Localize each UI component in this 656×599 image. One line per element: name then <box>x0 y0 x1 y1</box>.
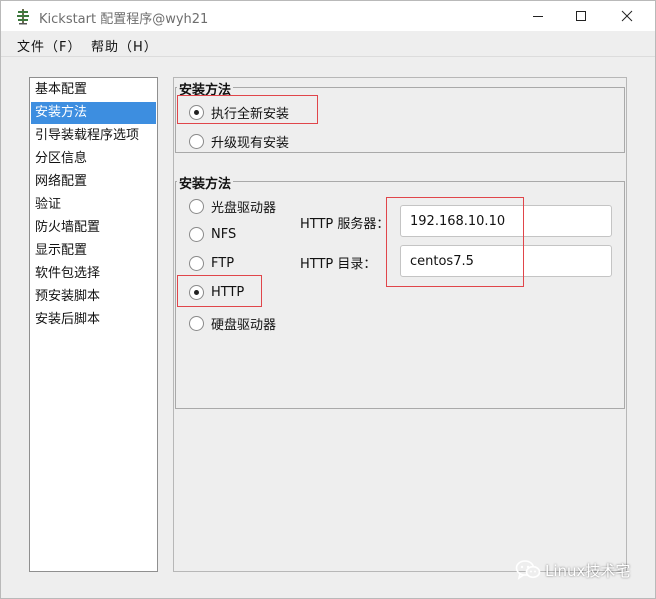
radio-label: FTP <box>211 256 235 271</box>
radio-upgrade[interactable]: 升级现有安装 <box>189 132 289 151</box>
minimize-icon <box>533 16 543 17</box>
close-icon <box>621 10 633 22</box>
radio-label: NFS <box>211 227 237 242</box>
install-source-title: 安装方法 <box>177 173 234 192</box>
radio-label: 光盘驱动器 <box>211 201 277 216</box>
install-type-title: 安装方法 <box>177 79 234 98</box>
radio-fresh-install[interactable]: 执行全新安装 <box>189 103 289 122</box>
section-item-bootloader[interactable]: 引导装载程序选项 <box>31 125 156 147</box>
http-dir-input[interactable] <box>400 245 612 277</box>
http-dir-label: HTTP 目录： <box>300 257 377 272</box>
section-item-display[interactable]: 显示配置 <box>31 240 156 262</box>
watermark-text: Linux技术宅 <box>545 561 631 580</box>
radio-cdrom[interactable]: 光盘驱动器 <box>189 197 276 216</box>
radio-label: 执行全新安装 <box>211 107 290 122</box>
section-item-post-script[interactable]: 安装后脚本 <box>31 309 156 331</box>
section-item-pre-script[interactable]: 预安装脚本 <box>31 286 156 308</box>
close-button[interactable] <box>604 1 650 31</box>
section-item-install-method[interactable]: 安装方法 <box>31 102 156 124</box>
radio-label: 硬盘驱动器 <box>211 318 277 333</box>
section-item-basic[interactable]: 基本配置 <box>31 79 156 101</box>
radio-http[interactable]: HTTP <box>189 285 244 300</box>
radio-indicator <box>189 256 204 271</box>
section-item-network[interactable]: 网络配置 <box>31 171 156 193</box>
radio-indicator <box>189 285 204 300</box>
radio-nfs[interactable]: NFS <box>189 227 236 242</box>
radio-label: HTTP <box>211 285 245 300</box>
radio-indicator <box>189 199 204 214</box>
kickstart-tree-icon <box>17 9 29 25</box>
kickstart-window: Kickstart 配置程序@wyh21 文件（F） 帮助（H） 基本配置 安装… <box>0 0 656 599</box>
section-item-firewall[interactable]: 防火墙配置 <box>31 217 156 239</box>
radio-indicator <box>189 227 204 242</box>
http-server-input[interactable] <box>400 205 612 237</box>
radio-indicator <box>189 134 204 149</box>
menu-help[interactable]: 帮助（H） <box>91 36 158 55</box>
watermark: Linux技术宅 <box>515 559 630 581</box>
radio-label: 升级现有安装 <box>211 136 290 151</box>
radio-ftp[interactable]: FTP <box>189 256 234 271</box>
menu-bar: 文件（F） 帮助（H） <box>1 31 655 57</box>
section-item-packages[interactable]: 软件包选择 <box>31 263 156 285</box>
maximize-icon <box>576 11 586 21</box>
radio-indicator <box>189 316 204 331</box>
wechat-icon <box>515 560 541 580</box>
radio-harddrive[interactable]: 硬盘驱动器 <box>189 314 276 333</box>
minimize-button[interactable] <box>515 1 561 31</box>
radio-indicator <box>189 105 204 120</box>
window-title: Kickstart 配置程序@wyh21 <box>39 12 209 27</box>
maximize-button[interactable] <box>558 1 604 31</box>
section-item-auth[interactable]: 验证 <box>31 194 156 216</box>
section-list: 基本配置 安装方法 引导装载程序选项 分区信息 网络配置 验证 防火墙配置 显示… <box>29 77 158 572</box>
section-item-partition[interactable]: 分区信息 <box>31 148 156 170</box>
menu-file[interactable]: 文件（F） <box>17 36 81 55</box>
http-server-label: HTTP 服务器： <box>300 217 390 232</box>
title-bar: Kickstart 配置程序@wyh21 <box>1 1 655 31</box>
